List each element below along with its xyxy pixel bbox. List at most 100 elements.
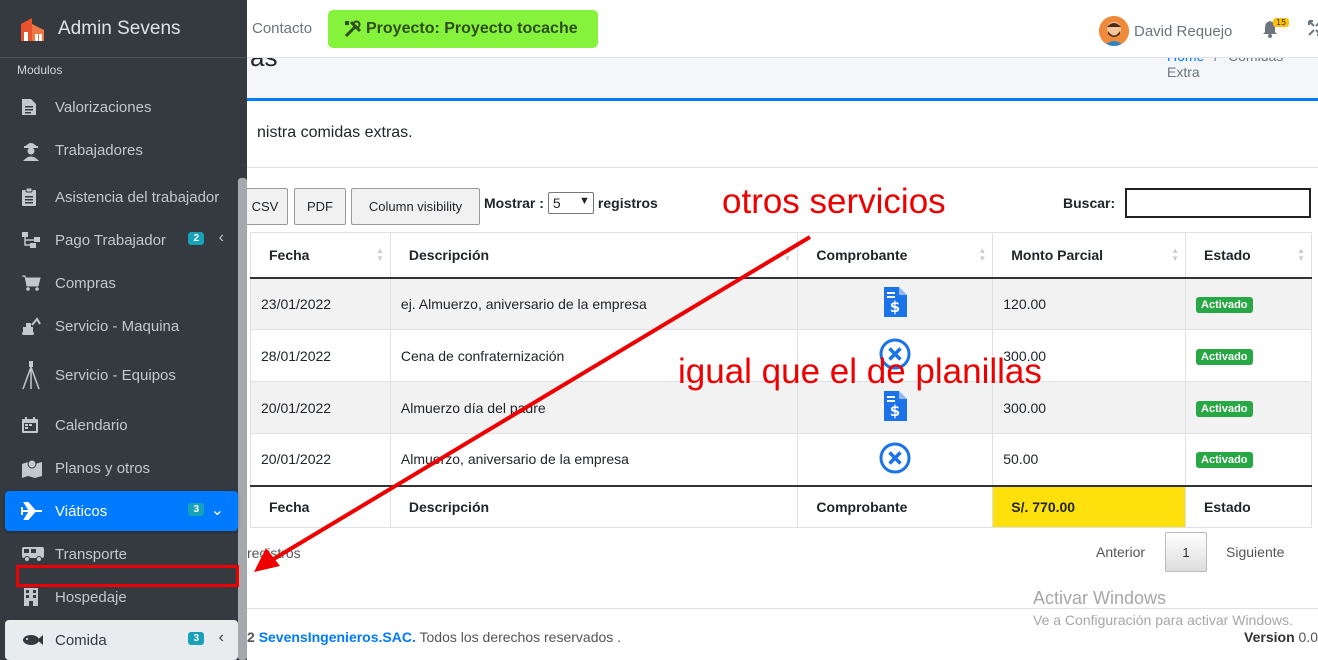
- csv-button[interactable]: CSV: [242, 188, 288, 225]
- project-button[interactable]: Proyecto: Proyecto tocache: [328, 10, 598, 48]
- sidebar-item-pago-trabajador[interactable]: Pago Trabajador 2 ‹: [5, 220, 238, 260]
- svg-text:$: $: [890, 402, 900, 420]
- sidebar-item-trabajadores[interactable]: Trabajadores: [5, 130, 238, 170]
- column-visibility-button[interactable]: Column visibility: [351, 188, 480, 225]
- sidebar-item-label: Hospedaje: [55, 588, 127, 606]
- cart-icon: [21, 274, 47, 292]
- sidebar-item-label: Planos y otros: [55, 459, 151, 477]
- sidebar-scrollbar[interactable]: [238, 178, 247, 660]
- sidebar-item-label: Valorizaciones: [55, 98, 152, 116]
- version-value: 0.0: [1298, 629, 1318, 645]
- length-select[interactable]: 5 ▼: [547, 192, 594, 214]
- map-icon: [21, 458, 47, 478]
- cell-comprobante: $: [797, 277, 994, 330]
- project-label: Proyecto: Proyecto tocache: [366, 20, 578, 37]
- user-menu[interactable]: David Requejo: [1099, 16, 1232, 46]
- windows-activation-subtitle: Ve a Configuración para activar Windows.: [1033, 612, 1293, 628]
- column-header-comprobante[interactable]: Comprobante ▲ ▼: [797, 232, 994, 279]
- footer-descripcion: Descripción: [389, 484, 799, 528]
- sidebar-item-label: Servicio - Maquina: [55, 317, 180, 335]
- column-header-descripcion[interactable]: Descripción ▲ ▼: [389, 232, 799, 279]
- sidebar-item-calendario[interactable]: Calendario: [5, 405, 238, 445]
- cell-fecha: 23/01/2022: [250, 277, 391, 330]
- fullscreen-icon[interactable]: [1308, 20, 1318, 40]
- brand-title: Admin Sevens: [58, 17, 181, 39]
- cell-fecha: 20/01/2022: [250, 433, 391, 486]
- version: Version 0.0: [1244, 629, 1318, 645]
- sort-icon: ▲ ▼: [783, 246, 792, 263]
- sidebar-item-viaticos[interactable]: Viáticos 3 ⌄: [5, 491, 238, 531]
- tripod-icon: [21, 360, 47, 390]
- avatar: [1099, 16, 1129, 46]
- footer-fecha: Fecha: [250, 484, 391, 528]
- calendar-icon: [21, 416, 47, 434]
- windows-activation-title: Activar Windows: [1033, 588, 1167, 608]
- column-header-fecha[interactable]: Fecha ▲ ▼: [250, 232, 391, 279]
- annotation-highlight-box: [16, 565, 239, 587]
- status-badge: Activado: [1196, 400, 1253, 417]
- column-header-estado[interactable]: Estado ▲ ▼: [1185, 232, 1312, 279]
- search-input[interactable]: [1125, 188, 1311, 218]
- pagination: Anterior 1 Siguiente: [1096, 532, 1284, 572]
- rights-text: Todos los derechos reservados .: [419, 629, 622, 645]
- sort-icon: ▲ ▼: [1297, 246, 1305, 263]
- top-navbar: Contacto Proyecto: Proyecto tocache Davi…: [247, 0, 1318, 58]
- copyright-year: 2: [247, 629, 255, 645]
- count-badge: 3: [188, 632, 204, 645]
- bus-icon: [21, 546, 47, 562]
- page-button[interactable]: 1: [1165, 532, 1208, 572]
- search-label: Buscar:: [1063, 195, 1116, 211]
- plane-icon: [21, 502, 47, 520]
- sidebar-item-asistencia[interactable]: Asistencia del trabajador: [5, 177, 238, 217]
- building-icon: [21, 587, 47, 607]
- table-footer-row: Fecha Descripción Comprobante S/. 770.00…: [250, 484, 1312, 528]
- sidebar-item-planos[interactable]: Planos y otros: [5, 448, 238, 488]
- table-row: 23/01/2022 ej. Almuerzo, aniversario de …: [250, 277, 1312, 330]
- sidebar-item-label: Comida: [55, 631, 107, 649]
- sidebar-item-label: Viáticos: [55, 502, 108, 520]
- sidebar-item-label: Pago Trabajador: [55, 231, 166, 249]
- user-name: David Requejo: [1134, 22, 1233, 40]
- sidebar-item-servicio-maquina[interactable]: Servicio - Maquina: [5, 306, 238, 346]
- sidebar-item-servicio-equipos[interactable]: Servicio - Equipos: [5, 355, 238, 395]
- length-control: Mostrar : 5 ▼ registros: [484, 192, 658, 214]
- contact-link[interactable]: Contacto: [252, 20, 312, 37]
- sidebar-item-label: Calendario: [55, 416, 128, 434]
- table-info: registros: [247, 545, 301, 561]
- close-circle-icon[interactable]: [879, 442, 911, 477]
- fish-icon: [21, 633, 47, 647]
- column-header-monto[interactable]: Monto Parcial ▲ ▼: [992, 232, 1187, 279]
- records-label: registros: [597, 195, 658, 211]
- cell-estado: Activado: [1185, 381, 1312, 434]
- sidebar-item-label: Trabajadores: [55, 141, 143, 159]
- annotation-igual-planillas: igual que el de planillas: [678, 352, 1042, 391]
- prev-page-button[interactable]: Anterior: [1096, 544, 1145, 560]
- brand[interactable]: Admin Sevens: [0, 0, 247, 58]
- receipt-icon[interactable]: $: [882, 391, 908, 425]
- cell-fecha: 28/01/2022: [250, 329, 391, 382]
- sidebar-item-label: Transporte: [55, 545, 127, 563]
- company-link[interactable]: SevensIngenieros.SAC.: [259, 629, 416, 645]
- sidebar-item-valorizaciones[interactable]: Valorizaciones: [5, 87, 238, 127]
- sidebar-item-compras[interactable]: Compras: [5, 263, 238, 303]
- receipt-icon[interactable]: $: [882, 287, 908, 321]
- pdf-button[interactable]: PDF: [294, 188, 346, 225]
- status-badge: Activado: [1196, 296, 1253, 313]
- length-label: Mostrar :: [484, 195, 544, 211]
- sidebar-item-comida[interactable]: Comida 3 ‹: [5, 620, 238, 660]
- card-description: nistra comidas extras.: [257, 124, 413, 141]
- nav-header: Modulos: [17, 63, 63, 77]
- footer-estado: Estado: [1185, 484, 1312, 528]
- cell-estado: Activado: [1185, 277, 1312, 330]
- cell-monto: 120.00: [992, 277, 1187, 330]
- svg-text:$: $: [890, 298, 900, 316]
- next-page-button[interactable]: Siguiente: [1226, 544, 1284, 560]
- chevron-down-icon: ▼: [579, 195, 590, 207]
- version-label: Version: [1244, 629, 1295, 645]
- excavator-icon: [21, 316, 47, 336]
- file-icon: [21, 98, 47, 116]
- status-badge: Activado: [1196, 348, 1253, 365]
- cell-estado: Activado: [1185, 329, 1312, 382]
- footer-comprobante: Comprobante: [797, 484, 994, 528]
- sidebar-item-label: Compras: [55, 274, 116, 292]
